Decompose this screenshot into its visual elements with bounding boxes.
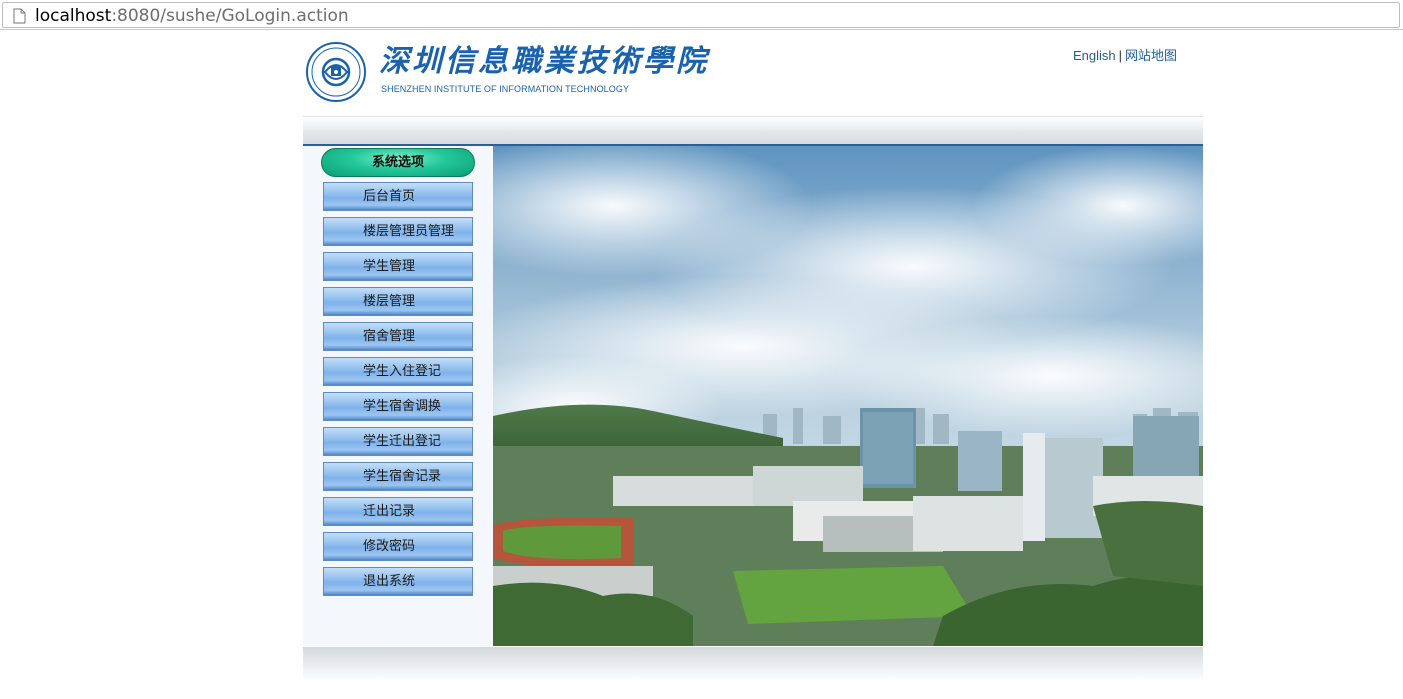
menu-item-check-out[interactable]: 学生迁出登记: [323, 427, 473, 456]
header-band: [303, 116, 1203, 145]
url-host: localhost: [35, 6, 112, 26]
menu-item-dorm-management[interactable]: 宿舍管理: [323, 322, 473, 351]
menu-item-dorm-records[interactable]: 学生宿舍记录: [323, 462, 473, 491]
footer-band: [303, 647, 1203, 681]
sitemap-link[interactable]: 网站地图: [1125, 48, 1177, 63]
menu-item-checkout-records[interactable]: 迁出记录: [323, 497, 473, 526]
browser-address-bar: localhost:8080/sushe/GoLogin.action: [0, 0, 1403, 30]
school-seal-icon: [306, 42, 366, 102]
campus-photo: [493, 146, 1203, 646]
menu-item-logout[interactable]: 退出系统: [323, 567, 473, 596]
site-header: 深圳信息職業技術學院 SHENZHEN INSTITUTE OF INFORMA…: [303, 32, 1203, 116]
url-path: :8080/sushe/GoLogin.action: [111, 6, 349, 26]
sidebar: 系统选项 后台首页 楼层管理员管理 学生管理 楼层管理 宿舍管理 学生入住登记 …: [303, 146, 493, 646]
menu-item-check-in[interactable]: 学生入住登记: [323, 357, 473, 386]
link-separator: |: [1118, 48, 1123, 63]
menu-item-floor-management[interactable]: 楼层管理: [323, 287, 473, 316]
menu-item-student-management[interactable]: 学生管理: [323, 252, 473, 281]
page-icon: [13, 8, 26, 24]
sidebar-menu: 后台首页 楼层管理员管理 学生管理 楼层管理 宿舍管理 学生入住登记 学生宿舍调…: [323, 182, 473, 602]
sidebar-title: 系统选项: [321, 148, 475, 177]
english-link[interactable]: English: [1073, 48, 1116, 63]
main-area: 系统选项 后台首页 楼层管理员管理 学生管理 楼层管理 宿舍管理 学生入住登记 …: [303, 146, 1203, 646]
logo-chinese-text: 深圳信息職業技術學院: [379, 44, 709, 79]
url-field[interactable]: localhost:8080/sushe/GoLogin.action: [2, 2, 1400, 28]
url-text: localhost:8080/sushe/GoLogin.action: [35, 6, 349, 26]
menu-item-floor-admin-management[interactable]: 楼层管理员管理: [323, 217, 473, 246]
menu-item-dorm-transfer[interactable]: 学生宿舍调换: [323, 392, 473, 421]
menu-item-home[interactable]: 后台首页: [323, 182, 473, 211]
menu-item-change-password[interactable]: 修改密码: [323, 532, 473, 561]
top-links: English | 网站地图: [1073, 45, 1177, 64]
logo-english-text: SHENZHEN INSTITUTE OF INFORMATION TECHNO…: [381, 84, 630, 94]
